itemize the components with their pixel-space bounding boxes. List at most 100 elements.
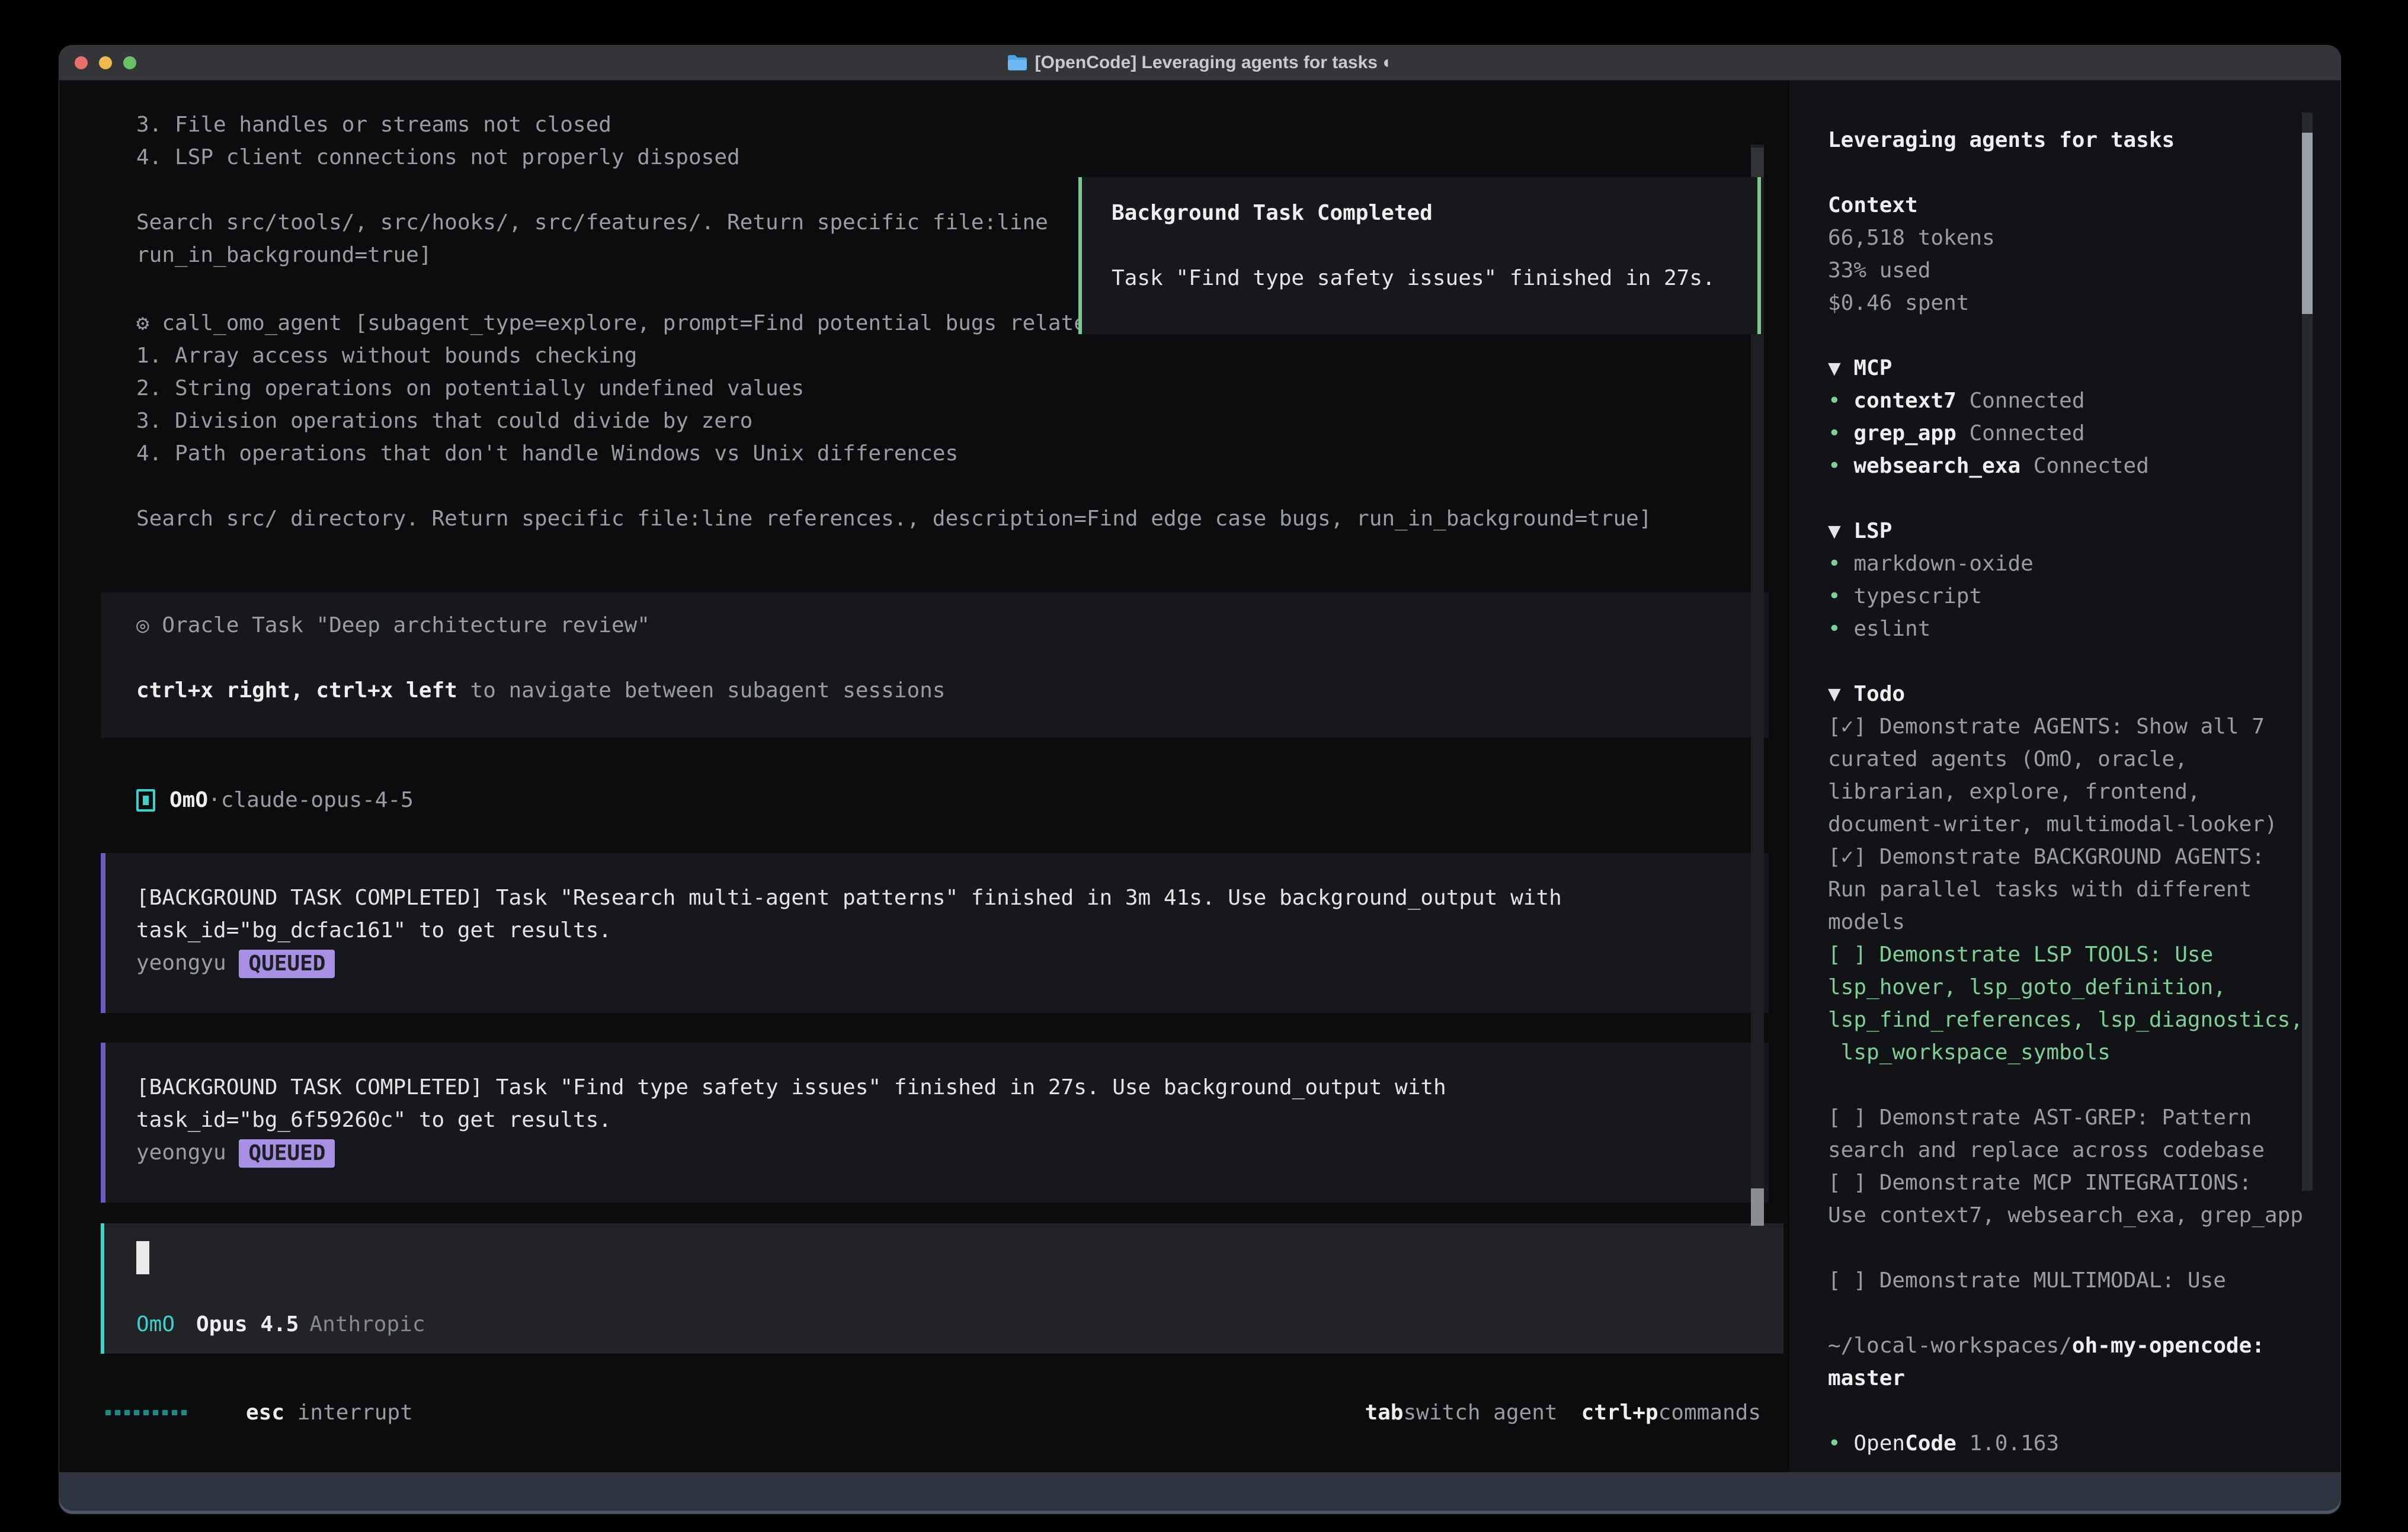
sidebar-line: Run parallel tasks with different [1828, 873, 2340, 906]
terminal-text-line [136, 470, 1716, 502]
terminal-text-line: 4. Path operations that don't handle Win… [136, 437, 1716, 470]
text-segment: lsp_find_references, lsp_diagnostics, [1828, 1008, 2303, 1032]
input-agent-name: OmO [136, 1312, 175, 1337]
statusbar-ctrlp-key: ctrl+p [1581, 1400, 1658, 1425]
sidebar-line: • eslint [1828, 613, 2340, 645]
text-segment: lsp_hover, lsp_goto_definition, [1828, 975, 2226, 999]
text-segment: QUEUED [239, 1139, 335, 1168]
text-segment: grep_app [1853, 421, 1969, 446]
session-sidebar: Leveraging agents for tasks Context66,51… [1789, 81, 2340, 1472]
statusbar-esc-action [284, 1400, 297, 1425]
text-segment: Connected [1969, 421, 2084, 446]
gear-icon: ⚙ [136, 311, 162, 335]
terminal-output-top: 3. File handles or streams not closed4. … [136, 108, 1048, 271]
text-segment: ctrl+x right, ctrl+x left [136, 678, 457, 703]
sidebar-line: ~/local-workspaces/oh-my-opencode: [1828, 1329, 2340, 1362]
sidebar-line: lsp_find_references, lsp_diagnostics, [1828, 1004, 2340, 1036]
text-segment: Connected [2034, 454, 2149, 478]
app-window: [OpenCode] Leveraging agents for tasks ◐… [59, 46, 2340, 1514]
sidebar-line: • grep_app Connected [1828, 417, 2340, 450]
text-segment: markdown-oxide [1853, 552, 2033, 576]
sidebar-line: Use context7, websearch_exa, grep_app [1828, 1199, 2340, 1232]
sidebar-line: Context [1828, 189, 2340, 222]
text-segment: to navigate between subagent sessions [457, 678, 946, 703]
collapse-icon: ▼ [1828, 682, 1853, 706]
spinner-dot [105, 1410, 111, 1415]
statusbar-tab-key: tab [1365, 1400, 1403, 1425]
oracle-task-icon: ◎ [136, 613, 162, 637]
background-task-message-2: [BACKGROUND TASK COMPLETED] Task "Find t… [101, 1043, 1769, 1203]
text-segment: QUEUED [239, 950, 335, 978]
text-segment: MCP [1853, 356, 1892, 380]
folder-icon [1007, 54, 1028, 72]
spinner-dot [124, 1410, 130, 1415]
terminal-text-line [136, 174, 1048, 206]
text-cursor [136, 1241, 149, 1274]
agent-model: claude-opus-4-5 [221, 788, 414, 812]
sidebar-line: search and replace across codebase [1828, 1134, 2340, 1166]
prompt-input[interactable]: OmO Opus 4.5 Anthropic [101, 1223, 1783, 1354]
sidebar-line [1828, 1297, 2340, 1329]
sidebar-line: models [1828, 906, 2340, 938]
text-segment: yeongyu [136, 1140, 239, 1165]
sidebar-line: 33% used [1828, 254, 2340, 287]
titlebar: [OpenCode] Leveraging agents for tasks ◐ [59, 46, 2340, 81]
status-bullet-icon: • [1828, 617, 1853, 641]
spinner-dot [115, 1410, 120, 1415]
spinner-dot [162, 1410, 168, 1415]
sidebar-line [1828, 319, 2340, 352]
message-line: task_id="bg_6f59260c" to get results. [136, 1104, 1769, 1136]
spinner-dot [134, 1410, 139, 1415]
oracle-task-box: ◎ Oracle Task "Deep architecture review"… [101, 592, 1769, 738]
sidebar-line [1828, 1069, 2340, 1101]
zoom-window-button[interactable] [123, 56, 136, 69]
status-bullet-icon: • [1828, 454, 1853, 478]
sidebar-line: master [1828, 1362, 2340, 1395]
main-scrollbar-top-segment[interactable] [1751, 148, 1764, 177]
sidebar-line: • typescript [1828, 580, 2340, 613]
collapse-icon: ▼ [1828, 519, 1853, 543]
sidebar-line [1828, 645, 2340, 678]
main-scrollbar-thumb[interactable] [1751, 1188, 1764, 1226]
minimize-window-button[interactable] [99, 56, 112, 69]
text-segment: 1.0.163 [1956, 1431, 2059, 1456]
text-segment: ~/local-workspaces/ [1828, 1334, 2072, 1358]
close-window-button[interactable] [75, 56, 88, 69]
text-segment: Todo [1853, 682, 1905, 706]
sidebar-line: $0.46 spent [1828, 287, 2340, 319]
text-segment: Context [1828, 193, 1918, 217]
message-line: [BACKGROUND TASK COMPLETED] Task "Find t… [136, 1071, 1769, 1104]
status-bar: esc interrupt tab switch agent ctrl+p co… [105, 1396, 1761, 1429]
terminal-text-line: 3. File handles or streams not closed [136, 108, 1048, 141]
oracle-box-line: ◎ Oracle Task "Deep architecture review" [136, 609, 1769, 642]
oracle-box-line [136, 642, 1769, 674]
sidebar-line: [ ] Demonstrate LSP TOOLS: Use [1828, 938, 2340, 971]
spinner-dot [181, 1410, 187, 1415]
status-bullet-icon: • [1828, 584, 1853, 608]
text-segment: yeongyu [136, 951, 239, 975]
sidebar-line: lsp_hover, lsp_goto_definition, [1828, 971, 2340, 1004]
input-model-name[interactable]: Opus 4.5 [196, 1312, 299, 1337]
spinner-dots-icon [105, 1410, 187, 1415]
message-line: [BACKGROUND TASK COMPLETED] Task "Resear… [136, 882, 1769, 914]
sidebar-line: [ ] Demonstrate MCP INTEGRATIONS: [1828, 1166, 2340, 1199]
background-task-message-1: [BACKGROUND TASK COMPLETED] Task "Resear… [101, 853, 1769, 1013]
statusbar-ctrlp-label: commands [1658, 1400, 1761, 1425]
text-segment: Oracle Task "Deep architecture review" [162, 613, 650, 637]
screenshot-root: { "colors":{"green":"#7ccf96","cyan":"#3… [0, 0, 2408, 1532]
terminal-text-line: 3. Division operations that could divide… [136, 405, 1716, 437]
agent-session-header[interactable]: OmO · claude-opus-4-5 [136, 784, 414, 816]
notification-title: Background Task Completed [1112, 197, 1757, 229]
message-line: task_id="bg_dcfac161" to get results. [136, 914, 1769, 947]
sidebar-line: • websearch_exa Connected [1828, 450, 2340, 482]
agent-omo-icon [136, 789, 155, 812]
text-segment: oh-my-opencode: [2072, 1334, 2265, 1358]
sidebar-line: [✓] Demonstrate BACKGROUND AGENTS: [1828, 841, 2340, 873]
text-segment: lsp_workspace_symbols [1828, 1040, 2111, 1065]
terminal-main-panel: 3. File handles or streams not closed 4. … [59, 81, 1789, 1472]
sidebar-line: ▼ LSP [1828, 515, 2340, 547]
text-segment: Open [1853, 1431, 1905, 1456]
terminal-text-line: Search src/ directory. Return specific f… [136, 502, 1716, 535]
terminal-text-line: Search src/tools/, src/hooks/, src/featu… [136, 206, 1048, 239]
sidebar-scrollbar-thumb[interactable] [2302, 133, 2313, 314]
